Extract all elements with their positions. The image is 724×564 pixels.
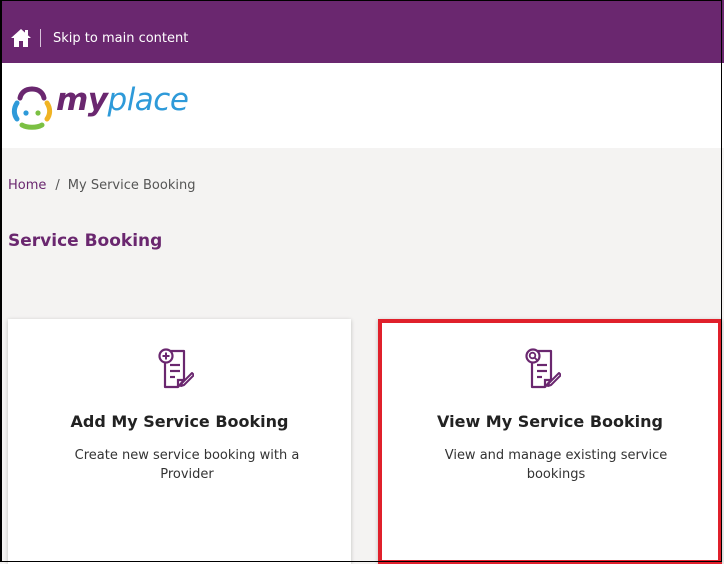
view-service-booking-card[interactable]: View My Service Booking View and manage …: [378, 319, 722, 564]
myplace-logo-icon[interactable]: [8, 83, 56, 131]
add-service-booking-description: Create new service booking with a Provid…: [74, 448, 300, 482]
page-title: Service Booking: [8, 231, 163, 251]
breadcrumb: Home / My Service Booking: [8, 178, 195, 193]
breadcrumb-current: My Service Booking: [67, 178, 196, 193]
home-icon[interactable]: [10, 28, 32, 48]
breadcrumb-separator: /: [55, 178, 60, 193]
view-service-booking-title: View My Service Booking: [437, 412, 663, 431]
search-document-icon: [525, 348, 561, 389]
topbar-separator: [40, 29, 41, 47]
skip-to-main-content-link[interactable]: Skip to main content: [53, 31, 188, 46]
view-service-booking-description: View and manage existing service booking…: [444, 448, 668, 482]
top-bar: Skip to main content: [0, 0, 724, 63]
site-header: myplace: [0, 63, 724, 148]
add-service-booking-title: Add My Service Booking: [70, 412, 289, 431]
add-service-booking-card[interactable]: Add My Service Booking Create new servic…: [8, 319, 351, 564]
add-document-icon: [158, 348, 194, 389]
myplace-logo-wordmark[interactable]: myplace: [56, 83, 189, 117]
breadcrumb-home-link[interactable]: Home: [8, 178, 46, 193]
